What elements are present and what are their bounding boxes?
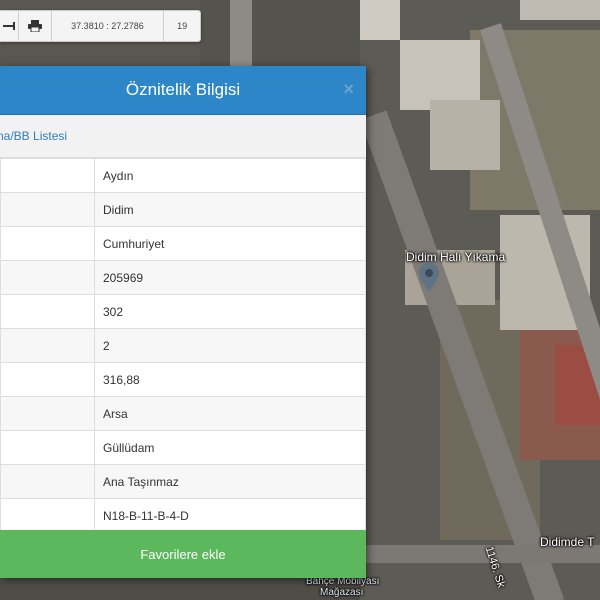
- list-link-row: na/BB Listesi: [0, 115, 366, 158]
- attribute-key-cell: [0, 192, 95, 227]
- coordinate-readout: 37.3810 : 27.2786: [52, 11, 165, 41]
- measure-button[interactable]: [0, 11, 19, 41]
- attribute-key-cell: [0, 158, 95, 193]
- attribute-value-cell: Didim: [94, 192, 366, 227]
- add-to-favorites-button[interactable]: Favorilere ekle: [0, 530, 366, 578]
- attribute-key-cell: [0, 294, 95, 329]
- dialog-title: Öznitelik Bilgisi: [125, 80, 241, 99]
- attribute-value-cell: Ana Taşınmaz: [94, 464, 366, 499]
- attribute-value-cell: 302: [94, 294, 366, 329]
- table-row: Arsa: [0, 396, 366, 431]
- table-row: N18-B-11-B-4-D: [0, 498, 366, 533]
- print-button[interactable]: [19, 11, 52, 41]
- bb-list-link[interactable]: na/BB Listesi: [0, 129, 67, 143]
- attribute-value-cell: Güllüdam: [94, 430, 366, 465]
- table-row: Ana Taşınmaz: [0, 464, 366, 499]
- dialog-header[interactable]: Öznitelik Bilgisi ×: [0, 66, 366, 115]
- table-row: Cumhuriyet: [0, 226, 366, 261]
- shop-label-line2: Mağazası: [320, 587, 364, 598]
- attribute-value-cell: N18-B-11-B-4-D: [94, 498, 366, 533]
- attribute-value-cell: 316,88: [94, 362, 366, 397]
- location-pin-icon[interactable]: [419, 263, 439, 291]
- attribute-key-cell: [0, 362, 95, 397]
- attribute-table: Aydın Didim Cumhuriyet 205969 302 2 316,88 Arsa…: [0, 158, 366, 533]
- table-row: 2: [0, 328, 366, 363]
- attribute-key-cell: [0, 226, 95, 261]
- attribute-key-cell: [0, 464, 95, 499]
- table-row: 302: [0, 294, 366, 329]
- attribute-key-cell: [0, 498, 95, 533]
- attribute-value-cell: 205969: [94, 260, 366, 295]
- close-icon[interactable]: ×: [343, 80, 354, 98]
- table-row: 205969: [0, 260, 366, 295]
- table-row: Güllüdam: [0, 430, 366, 465]
- attribute-value-cell: Cumhuriyet: [94, 226, 366, 261]
- map-poi-label-right[interactable]: Didimde T: [540, 535, 594, 549]
- attribute-value-cell: Arsa: [94, 396, 366, 431]
- attribute-key-cell: [0, 430, 95, 465]
- attribute-key-cell: [0, 396, 95, 431]
- table-row: Aydın: [0, 158, 366, 193]
- table-row: 316,88: [0, 362, 366, 397]
- map-poi-label[interactable]: Didim Halı Yıkama: [406, 250, 505, 264]
- printer-icon: [27, 20, 42, 32]
- attribute-key-cell: [0, 260, 95, 295]
- zoom-level: 19: [177, 21, 188, 31]
- ruler-icon: [2, 22, 15, 30]
- attribute-info-dialog: Öznitelik Bilgisi × na/BB Listesi Aydın D…: [0, 66, 366, 578]
- map-toolbar: 37.3810 : 27.2786 19: [0, 10, 201, 42]
- attribute-value-cell: Aydın: [94, 158, 366, 193]
- attribute-key-cell: [0, 328, 95, 363]
- attribute-value-cell: 2: [94, 328, 366, 363]
- table-row: Didim: [0, 192, 366, 227]
